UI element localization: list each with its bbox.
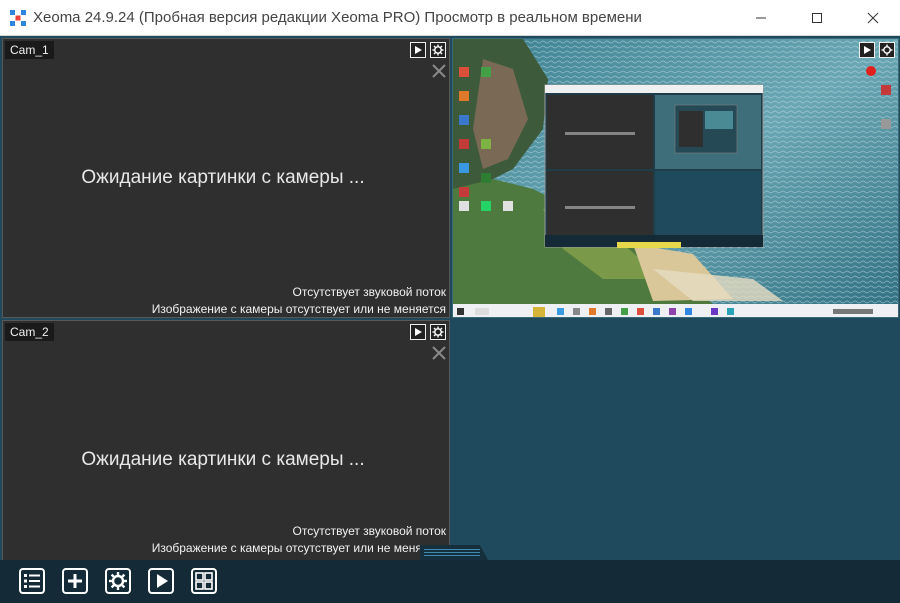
layout-grid-icon[interactable]: [191, 568, 217, 594]
gear-icon: [432, 326, 444, 338]
minimize-button[interactable]: [738, 0, 784, 36]
settings-gear-icon[interactable]: [105, 568, 131, 594]
audio-status: Отсутствует звуковой поток: [292, 524, 446, 538]
camera-settings-button[interactable]: [430, 42, 446, 58]
title-bar: Xeoma 24.9.24 (Пробная версия редакции X…: [0, 0, 900, 36]
maximize-icon: [812, 13, 822, 23]
audio-status: Отсутствует звуковой поток: [292, 285, 446, 299]
close-button[interactable]: [850, 0, 896, 36]
camera-cell-cam-1[interactable]: Cam_1 Ожидание картинки с камеры ... Отс…: [2, 38, 450, 318]
add-icon[interactable]: [62, 568, 88, 594]
camera-label: Cam_2: [5, 323, 54, 341]
camera-settings-button[interactable]: [430, 324, 446, 340]
play-button[interactable]: [410, 42, 426, 58]
gear-icon: [432, 44, 444, 56]
image-status: Изображение с камеры отсутствует или не …: [151, 302, 446, 316]
desktop-preview-image: [453, 39, 898, 317]
camera-grid: Cam_1 Ожидание картинки с камеры ... Отс…: [0, 36, 900, 560]
camera-cell-desktop[interactable]: [452, 38, 899, 318]
play-button[interactable]: [410, 324, 426, 340]
bottom-toolbar: [0, 560, 900, 603]
play-icon: [415, 46, 422, 54]
xeoma-logo-icon: [10, 10, 26, 26]
camera-label: Cam_1: [5, 41, 54, 59]
panel-toggle-handle[interactable]: [420, 545, 488, 560]
play-icon: [415, 328, 422, 336]
recording-indicator-icon: [866, 66, 876, 76]
close-camera-icon[interactable]: [431, 345, 447, 361]
play-icon: [864, 46, 871, 54]
play-icon[interactable]: [148, 568, 174, 594]
empty-camera-cell: [452, 320, 899, 560]
window-title: Xeoma 24.9.24 (Пробная версия редакции X…: [33, 9, 642, 26]
camera-settings-button[interactable]: [879, 42, 895, 58]
close-camera-icon[interactable]: [431, 63, 447, 79]
play-button[interactable]: [859, 42, 875, 58]
list-icon[interactable]: [19, 568, 45, 594]
maximize-button[interactable]: [794, 0, 840, 36]
gear-icon: [881, 44, 893, 56]
camera-cell-cam-2[interactable]: Cam_2 Ожидание картинки с камеры ... Отс…: [2, 320, 450, 560]
waiting-message: Ожидание картинки с камеры ...: [81, 449, 365, 470]
waiting-message: Ожидание картинки с камеры ...: [81, 167, 365, 188]
close-icon: [867, 12, 879, 24]
minimize-icon: [756, 17, 766, 19]
image-status: Изображение с камеры отсутствует или не …: [151, 541, 446, 555]
